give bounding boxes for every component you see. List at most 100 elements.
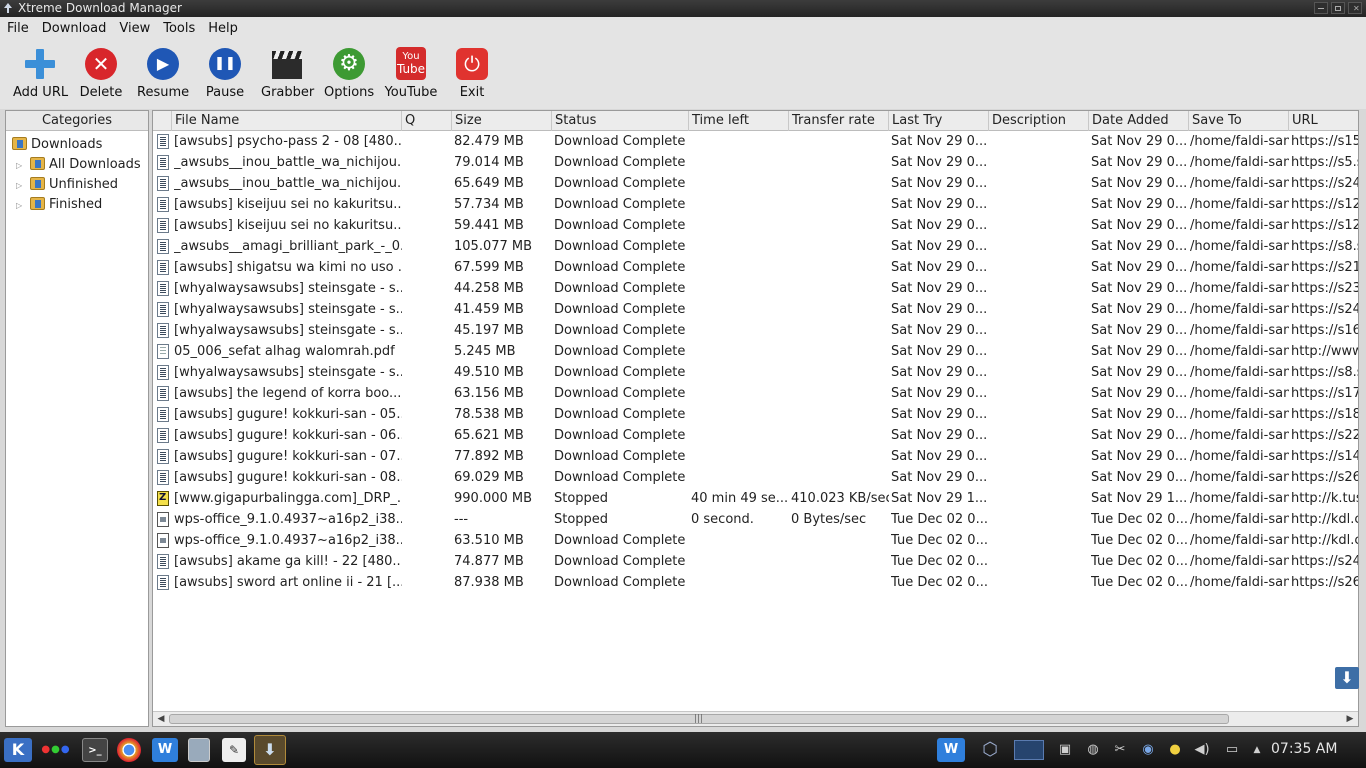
table-row[interactable]: [whyalwaysawsubs] steinsgate - s... 41.45… bbox=[153, 299, 1358, 320]
resume-button[interactable]: ▶ Resume bbox=[137, 47, 189, 100]
table-row[interactable]: [awsubs] gugure! kokkuri-san - 07... 77.8… bbox=[153, 446, 1358, 467]
cell-desc bbox=[991, 299, 1089, 320]
cell-desc bbox=[991, 404, 1089, 425]
col-status[interactable]: Status bbox=[552, 111, 689, 131]
scroll-left-icon[interactable]: ◀ bbox=[154, 713, 168, 725]
cell-desc bbox=[991, 194, 1089, 215]
table-row[interactable]: 05_006_sefat alhag walomrah.pdf 5.245 MB D… bbox=[153, 341, 1358, 362]
cell-rate bbox=[791, 173, 889, 194]
clipboard-icon[interactable]: ▣ bbox=[1055, 740, 1075, 760]
tree-all-downloads[interactable]: ▷ All Downloads bbox=[16, 155, 141, 175]
bulb-icon[interactable]: ● bbox=[1165, 740, 1185, 760]
scissors-icon[interactable]: ✂ bbox=[1110, 740, 1130, 760]
col-description[interactable]: Description bbox=[989, 111, 1089, 131]
wps-icon[interactable]: W bbox=[937, 738, 965, 762]
table-row[interactable]: [whyalwaysawsubs] steinsgate - s... 45.19… bbox=[153, 320, 1359, 341]
tree-finished[interactable]: ▷ Finished bbox=[16, 195, 102, 215]
scroll-right-icon[interactable]: ▶ bbox=[1343, 713, 1357, 725]
tree-unfinished[interactable]: ▷ Unfinished bbox=[16, 175, 118, 195]
table-row[interactable]: [awsubs] sword art online ii - 21 [... 87… bbox=[153, 572, 1358, 593]
table-row[interactable]: [awsubs] akame ga kill! - 22 [480... 74.8… bbox=[153, 551, 1358, 572]
menu-tools[interactable]: Tools bbox=[163, 21, 195, 36]
col-icon-header[interactable] bbox=[153, 111, 172, 131]
tray-expand-icon[interactable]: ▲ bbox=[1247, 740, 1267, 760]
table-row[interactable]: wps-office_9.1.0.4937~a16p2_i38... --- Sto… bbox=[153, 509, 1358, 530]
menu-view[interactable]: View bbox=[119, 21, 150, 36]
cell-added: Sat Nov 29 0... bbox=[1091, 407, 1188, 422]
cell-status: Download Complete bbox=[554, 407, 686, 422]
cell-desc bbox=[991, 425, 1089, 446]
cell-name: [whyalwaysawsubs] steinsgate - s... bbox=[174, 365, 402, 380]
tree-downloads[interactable]: Downloads bbox=[12, 135, 102, 155]
menu-help[interactable]: Help bbox=[208, 21, 238, 36]
video-file-icon bbox=[157, 155, 169, 170]
table-row[interactable]: [www.gigapurbalingga.com]_DRP_... 990.000… bbox=[153, 488, 1358, 509]
kde-connect-icon[interactable]: ◉ bbox=[1138, 740, 1158, 760]
expand-icon[interactable]: ▷ bbox=[16, 196, 26, 216]
menu-file[interactable]: File bbox=[7, 21, 29, 36]
package-file-icon bbox=[157, 512, 169, 527]
delete-button[interactable]: ✕ Delete bbox=[79, 47, 123, 100]
virtualbox-icon[interactable]: ⬡ bbox=[978, 740, 1002, 760]
cell-last: Tue Dec 02 0... bbox=[891, 554, 988, 569]
youtube-button[interactable]: You Tube YouTube bbox=[383, 47, 439, 100]
volume-icon[interactable]: ◀) bbox=[1192, 740, 1212, 760]
file-manager-icon[interactable] bbox=[188, 738, 210, 762]
scrollbar-thumb[interactable]: ||| bbox=[169, 714, 1229, 724]
table-row[interactable]: [whyalwaysawsubs] steinsgate - s... 49.51… bbox=[153, 362, 1358, 383]
col-file-name[interactable]: File Name bbox=[172, 111, 402, 131]
table-row[interactable]: [awsubs] psycho-pass 2 - 08 [480... 82.47… bbox=[153, 131, 1358, 152]
cell-last: Sat Nov 29 0... bbox=[891, 176, 988, 191]
table-row[interactable]: _awsubs__amagi_brilliant_park_-_0... 105.… bbox=[153, 236, 1358, 257]
cell-url: https://s16 bbox=[1291, 323, 1359, 338]
cell-added: Sat Nov 29 0... bbox=[1091, 449, 1188, 464]
minimize-button[interactable] bbox=[1314, 2, 1328, 14]
col-last-try[interactable]: Last Try bbox=[889, 111, 989, 131]
expand-icon[interactable]: ▷ bbox=[16, 176, 26, 196]
display-icon[interactable]: ▭ bbox=[1222, 740, 1242, 760]
col-transfer-rate[interactable]: Transfer rate bbox=[789, 111, 889, 131]
col-save-to[interactable]: Save To bbox=[1189, 111, 1289, 131]
options-button[interactable]: ⚙ Options bbox=[324, 47, 374, 100]
horizontal-scrollbar[interactable]: ◀ ||| ▶ bbox=[153, 711, 1358, 726]
maximize-button[interactable] bbox=[1331, 2, 1345, 14]
text-editor-icon[interactable]: ✎ bbox=[222, 738, 246, 762]
table-row[interactable]: wps-office_9.1.0.4937~a16p2_i38... 63.510… bbox=[153, 530, 1358, 551]
grabber-button[interactable]: Grabber bbox=[261, 47, 314, 100]
cell-rate bbox=[791, 278, 889, 299]
col-url[interactable]: URL bbox=[1289, 111, 1358, 131]
xdman-icon[interactable]: ⬇ bbox=[254, 735, 286, 765]
col-q[interactable]: Q bbox=[402, 111, 452, 131]
exit-button[interactable]: ⏻ Exit bbox=[452, 47, 492, 100]
clock[interactable]: 07:35 AM bbox=[1271, 741, 1337, 757]
download-arrow-icon[interactable]: ⬇ bbox=[1335, 667, 1359, 689]
table-row[interactable]: _awsubs__inou_battle_wa_nichijou... 65.64… bbox=[153, 173, 1358, 194]
table-row[interactable]: [awsubs] shigatsu wa kimi no uso ... 67.5… bbox=[153, 257, 1358, 278]
close-button[interactable]: ✕ bbox=[1348, 2, 1362, 14]
network-icon[interactable]: ◍ bbox=[1083, 740, 1103, 760]
col-size[interactable]: Size bbox=[452, 111, 552, 131]
table-row[interactable]: [awsubs] kiseijuu sei no kakuritsu... 57.… bbox=[153, 194, 1358, 215]
wps-writer-icon[interactable]: W bbox=[152, 738, 178, 762]
cell-name: [www.gigapurbalingga.com]_DRP_... bbox=[174, 491, 402, 506]
menu-download[interactable]: Download bbox=[42, 21, 107, 36]
screen-icon[interactable] bbox=[1014, 740, 1044, 760]
col-time-left[interactable]: Time left bbox=[689, 111, 789, 131]
table-row[interactable]: [awsubs] gugure! kokkuri-san - 08... 69.0… bbox=[153, 467, 1358, 488]
chrome-icon[interactable] bbox=[117, 738, 141, 762]
table-row[interactable]: [whyalwaysawsubs] steinsgate - s... 44.25… bbox=[153, 278, 1358, 299]
table-row[interactable]: [awsubs] gugure! kokkuri-san - 05... 78.5… bbox=[153, 404, 1358, 425]
pause-button[interactable]: ❚❚ Pause bbox=[203, 47, 247, 100]
cell-last: Sat Nov 29 0... bbox=[891, 386, 988, 401]
expand-icon[interactable]: ▷ bbox=[16, 156, 26, 176]
add-url-button[interactable]: Add URL bbox=[13, 47, 68, 100]
table-row[interactable]: [awsubs] kiseijuu sei no kakuritsu... 59.… bbox=[153, 215, 1358, 236]
table-row[interactable]: [awsubs] the legend of korra boo... 63.15… bbox=[153, 383, 1358, 404]
cell-desc bbox=[991, 257, 1089, 278]
col-date-added[interactable]: Date Added bbox=[1089, 111, 1189, 131]
terminal-icon[interactable]: >_ bbox=[82, 738, 108, 762]
kde-menu-icon[interactable]: K bbox=[4, 738, 32, 762]
table-row[interactable]: [awsubs] gugure! kokkuri-san - 06... 65.6… bbox=[153, 425, 1358, 446]
table-row[interactable]: _awsubs__inou_battle_wa_nichijou... 79.01… bbox=[153, 152, 1358, 173]
activities-icon[interactable]: ●●● bbox=[40, 738, 72, 762]
